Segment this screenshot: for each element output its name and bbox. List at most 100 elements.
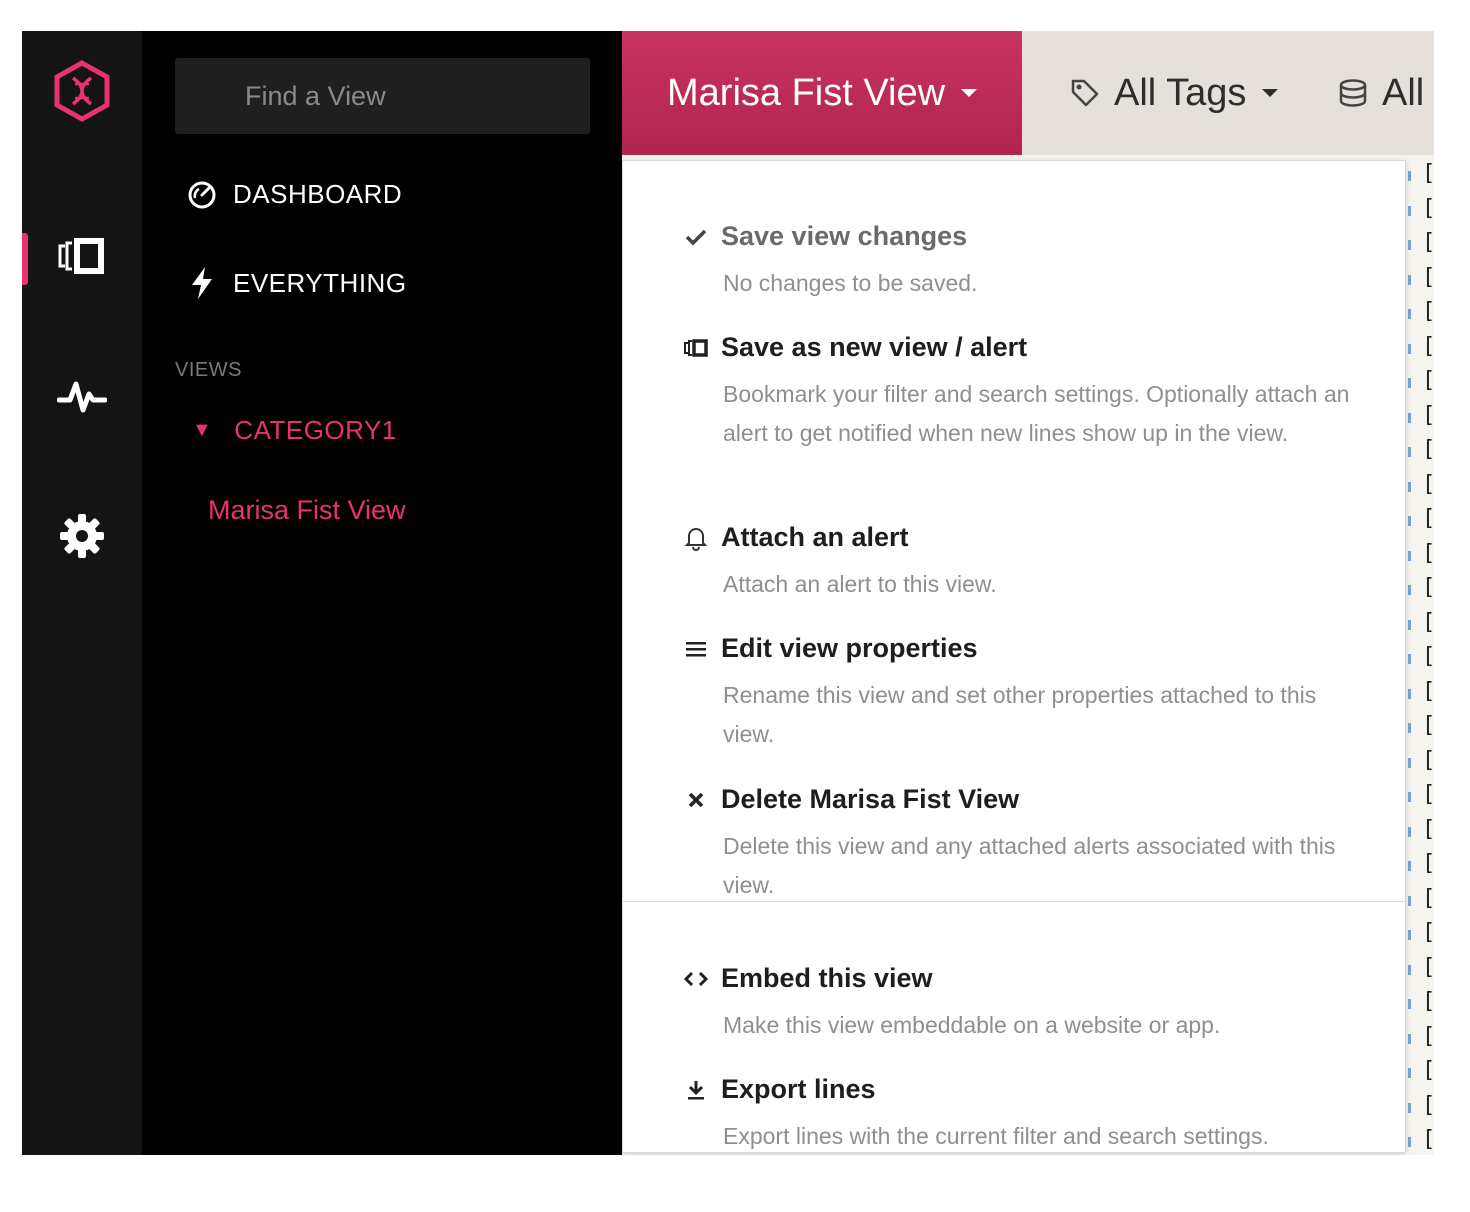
menu-item-description: Bookmark your filter and search settings… [723,381,1350,446]
menu-item-description: No changes to be saved. [723,270,978,296]
menu-item-description: Delete this view and any attached alerts… [723,833,1336,898]
nav-link-dashboard[interactable]: DASHBOARD [187,179,402,210]
log-line-edge: [ [1422,471,1434,497]
log-line-marker [1408,274,1411,285]
sidebar-view-item[interactable]: Marisa Fist View [208,495,406,526]
log-line-marker [1408,516,1411,526]
menu-item-delete-view[interactable]: Delete Marisa Fist View Delete this view… [623,784,1405,905]
menu-lines-icon [679,639,713,659]
nav-link-label: DASHBOARD [233,179,403,209]
log-line-edge: [ [1422,230,1434,255]
log-line-edge: [ [1422,1023,1434,1049]
menu-item-export-lines[interactable]: Export lines Export lines with the curre… [623,1074,1405,1155]
bell-icon [679,525,713,551]
log-line-marker [1408,412,1411,423]
log-line-edge: [ [1422,540,1434,566]
log-line-edge: [ [1422,437,1434,462]
log-line-marker [1408,723,1411,733]
caret-down-icon [961,89,978,97]
database-icon [1338,78,1368,108]
view-icon [679,338,713,358]
log-line-edge: [ [1422,851,1434,876]
log-line-marker [1408,688,1411,699]
menu-item-title: Edit view properties [721,633,978,663]
close-icon [679,791,713,809]
log-line-marker [1408,826,1411,837]
log-line-edge: [ [1422,299,1434,324]
log-line-marker [1408,999,1411,1009]
log-line-edge: [ [1422,782,1434,807]
log-line-edge: [ [1422,1092,1434,1118]
menu-item-attach-alert[interactable]: Attach an alert Attach an alert to this … [623,522,1405,604]
log-line-marker [1408,792,1411,802]
download-icon [679,1079,713,1101]
log-line-marker [1408,964,1411,975]
log-line-marker [1408,309,1411,319]
logo-icon[interactable] [22,60,142,122]
sources-dropdown-button[interactable]: All [1338,31,1424,155]
log-line-marker [1408,240,1411,250]
view-options-menu: Save view changes No changes to be saved… [622,160,1406,1153]
menu-item-save-new[interactable]: Save as new view / alert Bookmark your f… [623,332,1405,453]
tag-icon [1070,78,1100,108]
menu-item-edit-properties[interactable]: Edit view properties Rename this view an… [623,633,1405,754]
log-line-edge: [ [1422,816,1434,842]
log-line-edge: [ [1422,368,1434,393]
activity-rail-button[interactable] [22,371,142,421]
tags-dropdown-button[interactable]: All Tags [1070,31,1279,155]
log-line-marker [1408,378,1411,388]
log-line-marker [1408,757,1411,768]
top-bar: Marisa Fist View All Tags All [622,31,1434,155]
views-heading: VIEWS [175,359,242,381]
log-line-marker [1408,1033,1411,1044]
menu-item-embed-view[interactable]: Embed this view Make this view embeddabl… [623,963,1405,1045]
nav-panel: Find a View DASHBOARD EVERYTHING VIEWS ▼… [142,31,622,1155]
log-line-marker [1408,861,1411,871]
log-line-edge: [ [1422,195,1434,221]
category-label: CATEGORY1 [234,415,397,445]
find-view-placeholder: Find a View [245,81,386,111]
menu-divider [623,901,1405,902]
views-rail-button[interactable] [22,231,142,281]
log-line-marker [1408,171,1411,181]
triangle-down-icon: ▼ [192,419,213,441]
log-line-edge: [ [1422,678,1434,704]
log-line-marker [1408,895,1411,906]
log-line-edge: [ [1422,506,1434,531]
nav-link-everything[interactable]: EVERYTHING [187,266,407,300]
log-line-edge: [ [1422,402,1434,428]
view-dropdown-label: Marisa Fist View [667,71,946,114]
log-line-marker [1408,654,1411,664]
log-line-marker [1408,1068,1411,1078]
find-view-input[interactable]: Find a View [175,58,590,134]
tags-dropdown-label: All Tags [1114,71,1247,114]
view-dropdown-button[interactable]: Marisa Fist View [622,31,1022,155]
menu-item-save-changes[interactable]: Save view changes No changes to be saved… [623,221,1405,303]
log-line-edge: [ [1422,885,1434,911]
menu-item-description: Export lines with the current filter and… [723,1123,1269,1149]
log-line-edge: [ [1422,1058,1434,1083]
menu-item-title: Attach an alert [721,522,909,552]
log-line-edge: [ [1422,161,1434,186]
icon-rail [22,31,142,1155]
log-line-marker [1408,930,1411,940]
menu-item-title: Save as new view / alert [721,332,1028,362]
log-line-edge: [ [1422,644,1434,669]
log-line-edge: [ [1422,747,1434,773]
menu-item-description: Make this view embeddable on a website o… [723,1012,1221,1038]
log-line-edge: [ [1422,575,1434,600]
sources-dropdown-label: All [1382,71,1425,114]
category-toggle[interactable]: ▼ CATEGORY1 [192,415,397,446]
log-line-edge: [ [1422,920,1434,945]
settings-rail-button[interactable] [22,511,142,561]
check-icon [679,228,713,246]
views-icon [58,238,104,274]
log-line-marker [1408,205,1411,216]
log-line-marker [1408,550,1411,561]
code-icon [679,970,713,988]
gear-icon [60,514,104,558]
log-line-edge: [ [1422,609,1434,635]
log-line-marker [1408,1137,1411,1147]
menu-item-description: Rename this view and set other propertie… [723,682,1317,747]
log-line-edge: [ [1422,264,1434,290]
